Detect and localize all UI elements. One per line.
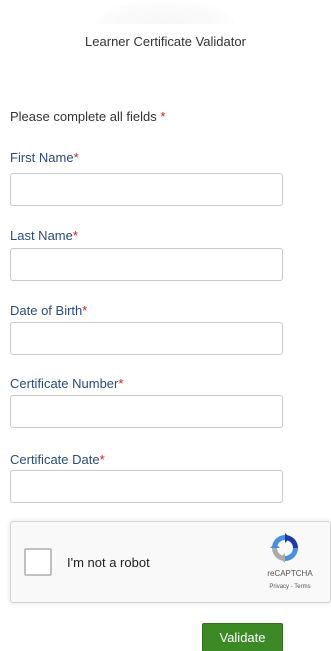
- recaptcha-logo-icon: [270, 533, 298, 563]
- recaptcha-label: I'm not a robot: [67, 555, 150, 570]
- required-marker: *: [99, 452, 105, 467]
- last-name-input[interactable]: [10, 248, 283, 281]
- first-name-input[interactable]: [10, 173, 283, 206]
- page-title: Learner Certificate Validator: [85, 34, 246, 49]
- certificate-number-input[interactable]: [10, 395, 283, 428]
- form-instructions: Please complete all fields *: [10, 109, 165, 124]
- last-name-label-text: Last Name: [10, 228, 73, 243]
- required-marker: *: [118, 376, 124, 391]
- required-marker: *: [160, 109, 166, 124]
- date-of-birth-input[interactable]: [10, 322, 283, 355]
- required-marker: *: [72, 228, 78, 243]
- required-marker: *: [82, 303, 88, 318]
- certificate-date-input[interactable]: [10, 470, 283, 503]
- validate-button[interactable]: Validate: [202, 623, 283, 651]
- certificate-number-label: Certificate Number*: [10, 376, 123, 391]
- date-of-birth-label: Date of Birth*: [10, 303, 87, 318]
- certificate-date-label-text: Certificate Date: [10, 452, 100, 467]
- logo-placeholder: [95, 0, 235, 24]
- first-name-label: First Name*: [10, 150, 79, 165]
- instructions-text: Please complete all fields: [10, 109, 157, 124]
- certificate-validator-page: Learner Certificate Validator Please com…: [0, 0, 331, 651]
- certificate-number-label-text: Certificate Number: [10, 376, 119, 391]
- last-name-label: Last Name*: [10, 228, 78, 243]
- recaptcha-links: Privacy - Terms: [253, 584, 327, 590]
- recaptcha-widget: I'm not a robot reCAPTCHA Privacy - Term…: [10, 521, 331, 603]
- date-of-birth-label-text: Date of Birth: [10, 303, 83, 318]
- privacy-link[interactable]: Privacy: [269, 584, 289, 590]
- required-marker: *: [73, 150, 79, 165]
- first-name-label-text: First Name: [10, 150, 74, 165]
- certificate-date-label: Certificate Date*: [10, 452, 105, 467]
- recaptcha-checkbox[interactable]: [24, 548, 52, 576]
- terms-link[interactable]: Terms: [294, 584, 310, 590]
- recaptcha-brand: reCAPTCHA: [267, 569, 313, 578]
